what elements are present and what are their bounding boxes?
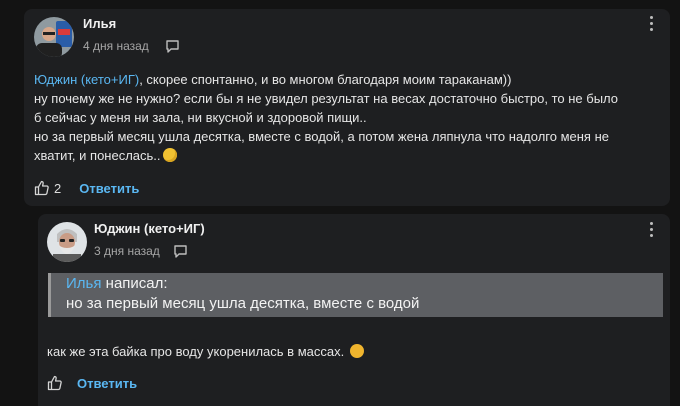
comment-date[interactable]: 3 дня назад — [94, 244, 160, 258]
comment-body: Юджин (кето+ИГ), скорее спонтанно, и во … — [34, 72, 618, 163]
avatar-image-icon — [34, 17, 74, 57]
quote-block: Илья написал: но за первый месяц ушла де… — [48, 273, 663, 317]
user-mention[interactable]: Юджин (кето+ИГ) — [34, 72, 139, 87]
quote-header: Илья написал: — [66, 275, 168, 292]
reply-button[interactable]: Ответить — [77, 376, 137, 391]
avatar[interactable] — [47, 222, 87, 262]
reply-button[interactable]: Ответить — [79, 181, 139, 196]
more-options-icon[interactable] — [650, 16, 654, 31]
like-count: 2 — [54, 180, 62, 196]
comment-card: Илья 4 дня назад Юджин (кето+ИГ), скорее… — [24, 9, 670, 206]
more-options-icon[interactable] — [650, 222, 654, 237]
unamused-emoji-icon — [350, 344, 365, 358]
comment-author[interactable]: Илья — [83, 16, 116, 31]
quote-author[interactable]: Илья — [66, 275, 101, 292]
avatar-image-icon — [47, 222, 87, 262]
reply-card: Юджин (кето+ИГ) 3 дня назад Илья написал… — [38, 214, 670, 406]
rofl-emoji-icon — [162, 148, 177, 162]
comment-body: как же эта байка про воду укоренилась в … — [47, 342, 365, 361]
comment-date[interactable]: 4 дня назад — [83, 39, 149, 53]
reply-bubble-icon[interactable] — [173, 244, 188, 258]
comment-author[interactable]: Юджин (кето+ИГ) — [94, 221, 205, 236]
like-icon[interactable] — [34, 180, 50, 196]
comment-actions: 2 Ответить — [34, 180, 139, 196]
comment-actions: Ответить — [47, 375, 137, 391]
quote-text: но за первый месяц ушла десятка, вместе … — [66, 295, 420, 312]
avatar[interactable] — [34, 17, 74, 57]
like-icon[interactable] — [47, 375, 63, 391]
reply-bubble-icon[interactable] — [165, 39, 180, 53]
